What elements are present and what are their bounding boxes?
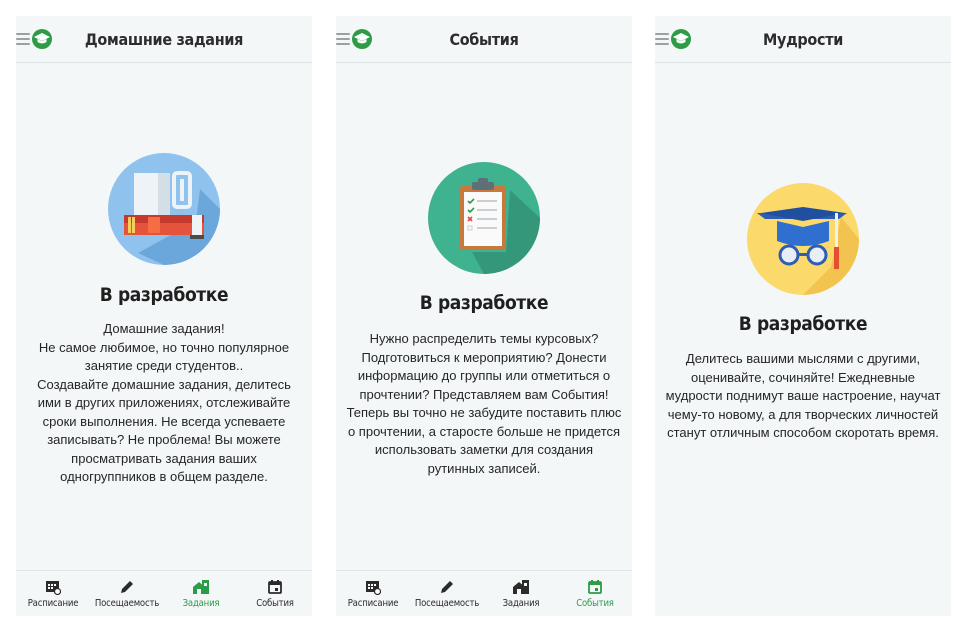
status-heading: В разработке <box>99 284 229 306</box>
app-header: Домашние задания <box>16 16 312 63</box>
mug-and-books-illustration <box>108 153 220 265</box>
app-header: Мудрости <box>655 16 951 63</box>
app-header: События <box>336 16 632 63</box>
nav-item-schedule[interactable]: Расписание <box>336 571 410 616</box>
feature-description: Нужно распределить темы курсовых? Подгот… <box>346 331 622 476</box>
nav-item-attendance[interactable]: Посещаемость <box>90 571 164 616</box>
nav-label: Расписание <box>347 598 399 609</box>
nav-label: Задания <box>502 598 540 609</box>
nav-label: Задания <box>182 598 220 609</box>
calendar-grid-icon <box>365 578 381 595</box>
graduation-cap-glasses-illustration <box>747 183 859 295</box>
screen-wisdom: Мудрости В разработке Делитесь вашими мы… <box>655 16 951 616</box>
pencil-icon <box>439 578 455 595</box>
nav-label: Посещаемость <box>94 598 160 609</box>
page-title: Домашние задания <box>84 30 244 49</box>
home-task-icon <box>512 578 530 595</box>
nav-label: Посещаемость <box>414 598 480 609</box>
calendar-grid-icon <box>45 578 61 595</box>
home-task-icon <box>192 578 210 595</box>
status-heading: В разработке <box>738 313 868 335</box>
nav-label: События <box>576 598 614 609</box>
page-title: Мудрости <box>762 30 844 49</box>
screen-homework: Домашние задания В разработке Домашние з… <box>16 16 312 616</box>
nav-item-tasks[interactable]: Задания <box>164 571 238 616</box>
page-title: События <box>449 30 519 49</box>
nav-item-events[interactable]: События <box>238 571 312 616</box>
bottom-navigation: Расписание Посещаемость Задания События <box>336 570 632 616</box>
nav-item-events[interactable]: События <box>558 571 632 616</box>
feature-description: Делитесь вашими мыслями с другими, оцени… <box>665 351 941 440</box>
nav-item-attendance[interactable]: Посещаемость <box>410 571 484 616</box>
nav-item-tasks[interactable]: Задания <box>484 571 558 616</box>
nav-item-schedule[interactable]: Расписание <box>16 571 90 616</box>
nav-label: События <box>256 598 294 609</box>
clipboard-checklist-illustration <box>428 162 540 274</box>
event-calendar-icon <box>587 578 603 595</box>
bottom-navigation: Расписание Посещаемость Задания События <box>16 570 312 616</box>
event-calendar-icon <box>267 578 283 595</box>
pencil-icon <box>119 578 135 595</box>
nav-label: Расписание <box>27 598 79 609</box>
feature-description: Домашние задания! Не самое любимое, но т… <box>37 321 291 484</box>
status-heading: В разработке <box>419 292 549 314</box>
screen-events: События В разработке Нужно распределить … <box>336 16 632 616</box>
